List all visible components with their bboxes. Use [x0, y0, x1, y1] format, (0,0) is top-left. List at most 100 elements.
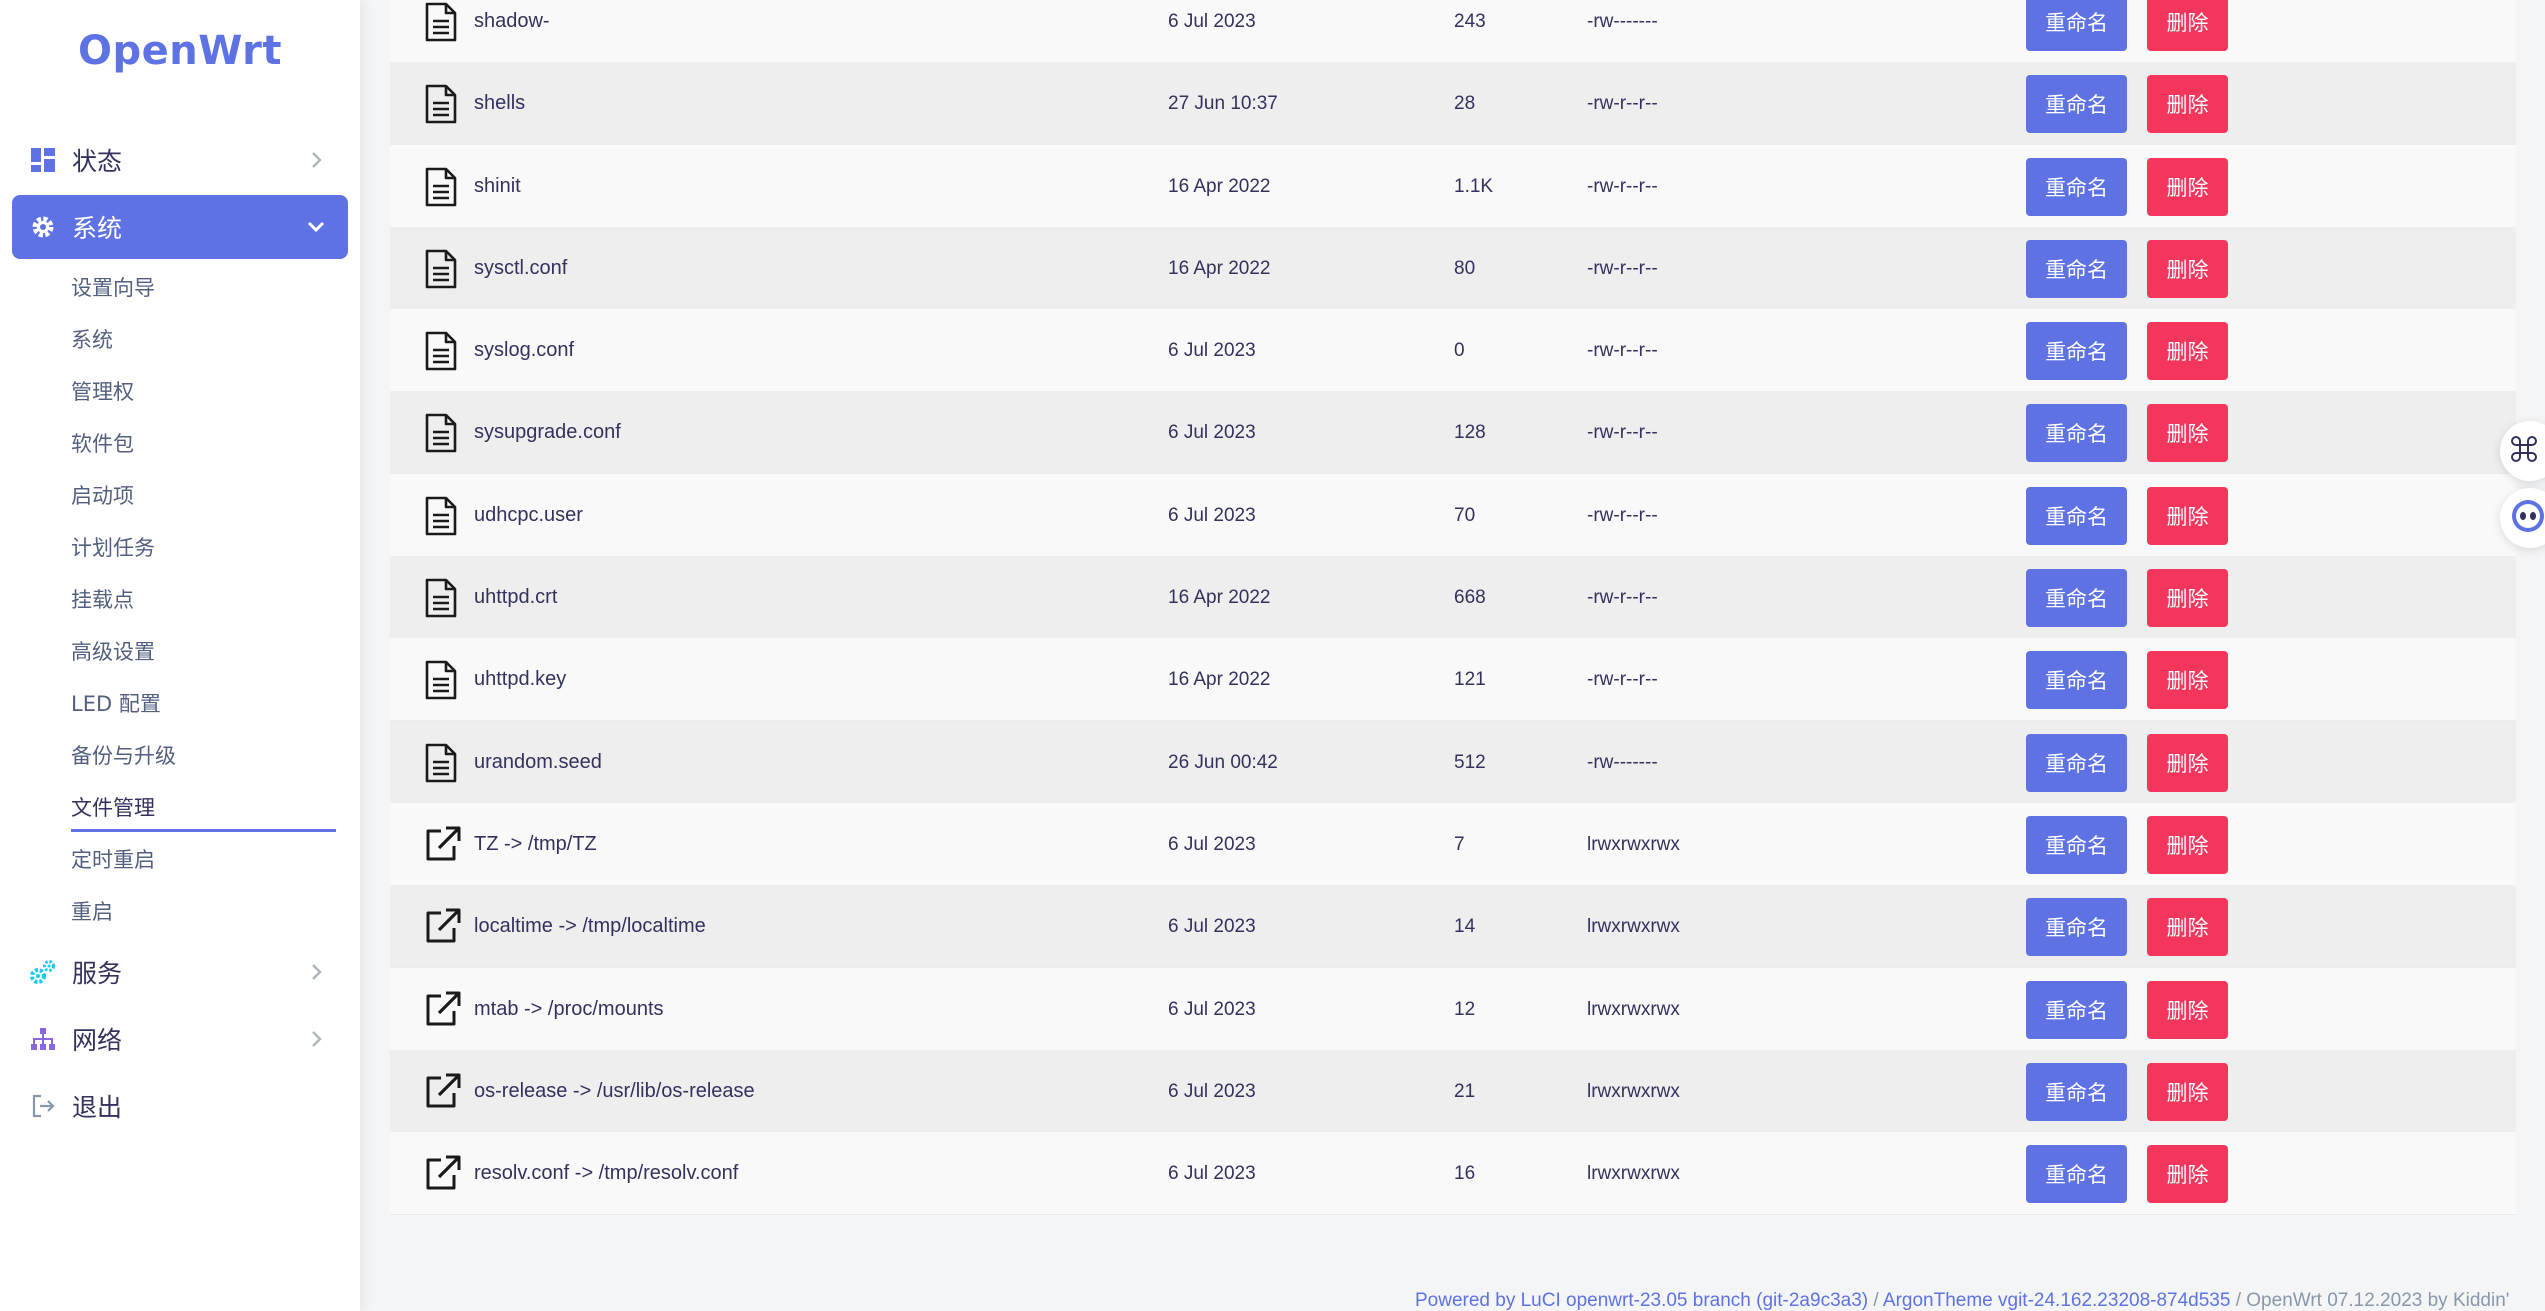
table-row: mtab -> /proc/mounts 6 Jul 2023 12 lrwxr…: [390, 968, 2516, 1051]
file-date: 16 Apr 2022: [1168, 668, 1271, 690]
sidebar-item-file-manager[interactable]: 文件管理: [71, 787, 155, 827]
file-name[interactable]: shells: [474, 62, 525, 145]
theme-link[interactable]: ArgonTheme vgit-24.162.23208-874d535: [1883, 1290, 2231, 1311]
table-row: resolv.conf -> /tmp/resolv.conf 6 Jul 20…: [390, 1132, 2516, 1215]
luci-link[interactable]: Powered by LuCI openwrt-23.05 branch (gi…: [1415, 1290, 1868, 1311]
delete-button[interactable]: 删除: [2147, 240, 2228, 298]
nav-network-label: 网络: [72, 1026, 123, 1055]
link-icon: [424, 907, 461, 947]
sidebar-item-scheduled-tasks[interactable]: 计划任务: [71, 527, 155, 567]
sidebar-item-startup[interactable]: 启动项: [71, 475, 134, 515]
sidebar-item-timed-reboot[interactable]: 定时重启: [71, 839, 155, 879]
rename-button[interactable]: 重命名: [2026, 322, 2127, 380]
delete-button[interactable]: 删除: [2147, 487, 2228, 545]
file-name[interactable]: localtime -> /tmp/localtime: [474, 885, 706, 968]
openwrt-logo[interactable]: OpenWrt: [0, 28, 360, 74]
nav-services[interactable]: 服务: [12, 940, 348, 1004]
delete-button[interactable]: 删除: [2147, 569, 2228, 627]
file-permissions: -rw-------: [1587, 10, 1658, 32]
file-name[interactable]: TZ -> /tmp/TZ: [474, 803, 597, 886]
table-row: syslog.conf 6 Jul 2023 0 -rw-r--r-- 重命名 …: [390, 309, 2516, 392]
file-name[interactable]: syslog.conf: [474, 309, 574, 392]
link-icon: [424, 1072, 461, 1112]
rename-button[interactable]: 重命名: [2026, 569, 2127, 627]
rename-button[interactable]: 重命名: [2026, 240, 2127, 298]
gear-icon: [28, 212, 58, 242]
rename-button[interactable]: 重命名: [2026, 651, 2127, 709]
delete-button[interactable]: 删除: [2147, 981, 2228, 1039]
file-size: 70: [1454, 504, 1476, 526]
file-name[interactable]: shadow-: [474, 0, 550, 63]
sidebar-item-software[interactable]: 软件包: [71, 423, 134, 463]
nav-network[interactable]: 网络: [12, 1007, 348, 1071]
table-row: uhttpd.key 16 Apr 2022 121 -rw-r--r-- 重命…: [390, 638, 2516, 721]
delete-button[interactable]: 删除: [2147, 404, 2228, 462]
rename-button[interactable]: 重命名: [2026, 898, 2127, 956]
rename-button[interactable]: 重命名: [2026, 734, 2127, 792]
file-name[interactable]: shinit: [474, 145, 521, 228]
file-date: 6 Jul 2023: [1168, 1162, 1256, 1184]
table-row: sysupgrade.conf 6 Jul 2023 128 -rw-r--r-…: [390, 391, 2516, 474]
delete-button[interactable]: 删除: [2147, 1063, 2228, 1121]
sidebar-item-led[interactable]: LED 配置: [71, 683, 161, 723]
file-name[interactable]: os-release -> /usr/lib/os-release: [474, 1050, 755, 1133]
file-name[interactable]: uhttpd.crt: [474, 556, 557, 639]
delete-button[interactable]: 删除: [2147, 1145, 2228, 1203]
nav-system[interactable]: 系统: [12, 195, 348, 259]
file-size: 0: [1454, 339, 1465, 361]
file-name[interactable]: urandom.seed: [474, 721, 602, 804]
file-icon: [424, 167, 460, 207]
rename-button[interactable]: 重命名: [2026, 487, 2127, 545]
rename-button[interactable]: 重命名: [2026, 981, 2127, 1039]
rename-button[interactable]: 重命名: [2026, 1063, 2127, 1121]
link-icon: [424, 825, 461, 865]
file-size: 14: [1454, 915, 1476, 937]
file-name[interactable]: udhcpc.user: [474, 474, 583, 557]
file-size: 243: [1454, 10, 1486, 32]
table-row: TZ -> /tmp/TZ 6 Jul 2023 7 lrwxrwxrwx 重命…: [390, 803, 2516, 886]
delete-button[interactable]: 删除: [2147, 734, 2228, 792]
rename-button[interactable]: 重命名: [2026, 1145, 2127, 1203]
dashboard-icon: [28, 145, 58, 175]
rename-button[interactable]: 重命名: [2026, 816, 2127, 874]
sidebar-item-reboot[interactable]: 重启: [71, 891, 113, 931]
active-item-underline: [71, 829, 336, 832]
file-name[interactable]: resolv.conf -> /tmp/resolv.conf: [474, 1132, 738, 1215]
sidebar-item-advanced[interactable]: 高级设置: [71, 631, 155, 671]
footer: Powered by LuCI openwrt-23.05 branch (gi…: [1415, 1290, 2509, 1311]
delete-button[interactable]: 删除: [2147, 158, 2228, 216]
delete-button[interactable]: 删除: [2147, 816, 2228, 874]
delete-button[interactable]: 删除: [2147, 75, 2228, 133]
nav-logout[interactable]: 退出: [12, 1074, 348, 1138]
table-row: shinit 16 Apr 2022 1.1K -rw-r--r-- 重命名 删…: [390, 145, 2516, 228]
sidebar-item-mount-points[interactable]: 挂载点: [71, 579, 134, 619]
delete-button[interactable]: 删除: [2147, 651, 2228, 709]
file-permissions: lrwxrwxrwx: [1587, 1080, 1680, 1102]
file-size: 1.1K: [1454, 175, 1494, 197]
file-icon: [424, 413, 460, 453]
file-icon: [424, 331, 460, 371]
rename-button[interactable]: 重命名: [2026, 75, 2127, 133]
file-name[interactable]: uhttpd.key: [474, 638, 566, 721]
file-name[interactable]: sysctl.conf: [474, 227, 567, 310]
nav-status[interactable]: 状态: [12, 128, 348, 192]
rename-button[interactable]: 重命名: [2026, 404, 2127, 462]
file-date: 6 Jul 2023: [1168, 10, 1256, 32]
sidebar-item-system[interactable]: 系统: [71, 319, 113, 359]
delete-button[interactable]: 删除: [2147, 322, 2228, 380]
file-icon: [424, 249, 460, 289]
file-name[interactable]: mtab -> /proc/mounts: [474, 968, 664, 1051]
rename-button[interactable]: 重命名: [2026, 158, 2127, 216]
file-size: 128: [1454, 421, 1486, 443]
sidebar-item-admin[interactable]: 管理权: [71, 371, 134, 411]
file-size: 21: [1454, 1080, 1476, 1102]
rename-button[interactable]: 重命名: [2026, 0, 2127, 51]
file-permissions: lrwxrwxrwx: [1587, 833, 1680, 855]
delete-button[interactable]: 删除: [2147, 898, 2228, 956]
chevron-right-icon: [302, 1025, 330, 1053]
delete-button[interactable]: 删除: [2147, 0, 2228, 51]
sidebar-item-backup[interactable]: 备份与升级: [71, 735, 176, 775]
sidebar-item-setup-wizard[interactable]: 设置向导: [71, 267, 155, 307]
file-date: 6 Jul 2023: [1168, 833, 1256, 855]
file-name[interactable]: sysupgrade.conf: [474, 391, 621, 474]
